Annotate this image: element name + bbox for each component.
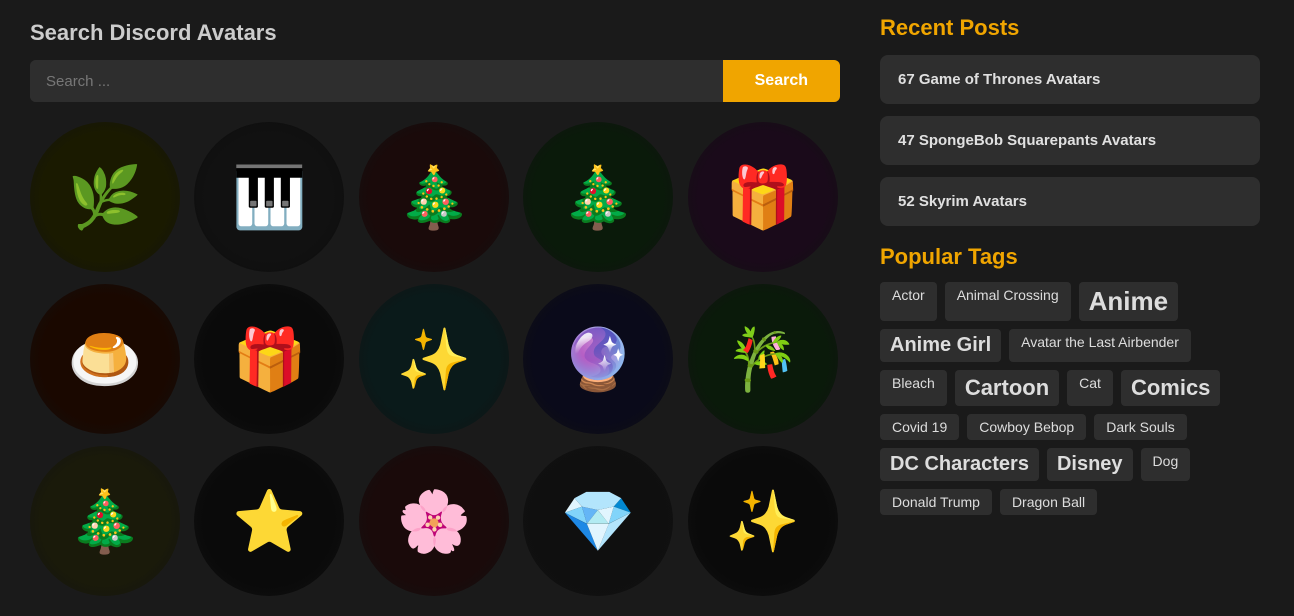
avatar-inner: ⭐	[194, 446, 344, 596]
avatar-inner: 🔮	[523, 284, 673, 434]
recent-post-item[interactable]: 67 Game of Thrones Avatars	[880, 55, 1260, 104]
avatar-inner: 🎄	[359, 122, 509, 272]
avatar-inner: ✨	[688, 446, 838, 596]
tag-item[interactable]: Covid 19	[880, 414, 959, 440]
avatar-inner: 🎁	[688, 122, 838, 272]
avatar-circle[interactable]: 🎹	[194, 122, 344, 272]
search-input[interactable]	[30, 60, 723, 102]
avatar-inner: 🎹	[194, 122, 344, 272]
avatar-circle[interactable]: 🎄	[523, 122, 673, 272]
avatar-inner: 🎄	[30, 446, 180, 596]
search-bar: Search	[30, 60, 840, 102]
avatar-circle[interactable]: 🎁	[194, 284, 344, 434]
popular-tags-title: Popular Tags	[880, 244, 1260, 270]
search-button[interactable]: Search	[723, 60, 840, 102]
tag-item[interactable]: Actor	[880, 282, 937, 321]
tag-item[interactable]: Disney	[1047, 448, 1133, 481]
avatar-inner: ✨	[359, 284, 509, 434]
tag-item[interactable]: Animal Crossing	[945, 282, 1071, 321]
avatar-inner: 🌸	[359, 446, 509, 596]
tag-item[interactable]: Cat	[1067, 370, 1113, 406]
tags-container: ActorAnimal CrossingAnime Anime GirlAvata…	[880, 282, 1260, 515]
avatar-grid: 🌿🎹🎄🎄🎁🍮🎁✨🔮🎋🎄⭐🌸💎✨	[30, 122, 840, 596]
tag-item[interactable]: Anime	[1079, 282, 1178, 321]
avatar-circle[interactable]: 🍮	[30, 284, 180, 434]
recent-post-item[interactable]: 52 Skyrim Avatars	[880, 177, 1260, 226]
avatar-inner: 🎁	[194, 284, 344, 434]
tag-item[interactable]: DC Characters	[880, 448, 1039, 481]
tag-item[interactable]: Avatar the Last Airbender	[1009, 329, 1191, 362]
recent-posts-title: Recent Posts	[880, 15, 1260, 41]
recent-posts-list: 67 Game of Thrones Avatars 47 SpongeBob S…	[880, 55, 1260, 226]
avatar-inner: 🍮	[30, 284, 180, 434]
avatar-circle[interactable]: 🎄	[359, 122, 509, 272]
avatar-inner: 💎	[523, 446, 673, 596]
tag-item[interactable]: Dark Souls	[1094, 414, 1186, 440]
tag-item[interactable]: Bleach	[880, 370, 947, 406]
avatar-circle[interactable]: 🌸	[359, 446, 509, 596]
avatar-circle[interactable]: ⭐	[194, 446, 344, 596]
avatar-circle[interactable]: 🔮	[523, 284, 673, 434]
tag-item[interactable]: Donald Trump	[880, 489, 992, 515]
avatar-circle[interactable]: 🌿	[30, 122, 180, 272]
avatar-inner: 🎋	[688, 284, 838, 434]
tag-item[interactable]: Cowboy Bebop	[967, 414, 1086, 440]
avatar-circle[interactable]: 🎁	[688, 122, 838, 272]
avatar-inner: 🌿	[30, 122, 180, 272]
tag-item[interactable]: Anime Girl	[880, 329, 1001, 362]
tag-item[interactable]: Dog	[1141, 448, 1191, 481]
avatar-circle[interactable]: ✨	[688, 446, 838, 596]
avatar-circle[interactable]: 🎄	[30, 446, 180, 596]
sidebar: Recent Posts 67 Game of Thrones Avatars 4…	[860, 0, 1280, 616]
search-title: Search Discord Avatars	[30, 20, 840, 46]
tag-item[interactable]: Dragon Ball	[1000, 489, 1097, 515]
avatar-circle[interactable]: 💎	[523, 446, 673, 596]
recent-post-item[interactable]: 47 SpongeBob Squarepants Avatars	[880, 116, 1260, 165]
tag-item[interactable]: Cartoon	[955, 370, 1059, 406]
avatar-circle[interactable]: 🎋	[688, 284, 838, 434]
avatar-circle[interactable]: ✨	[359, 284, 509, 434]
tag-item[interactable]: Comics	[1121, 370, 1220, 406]
main-content: Search Discord Avatars Search 🌿🎹🎄🎄🎁🍮🎁✨🔮🎋…	[0, 0, 860, 616]
avatar-inner: 🎄	[523, 122, 673, 272]
